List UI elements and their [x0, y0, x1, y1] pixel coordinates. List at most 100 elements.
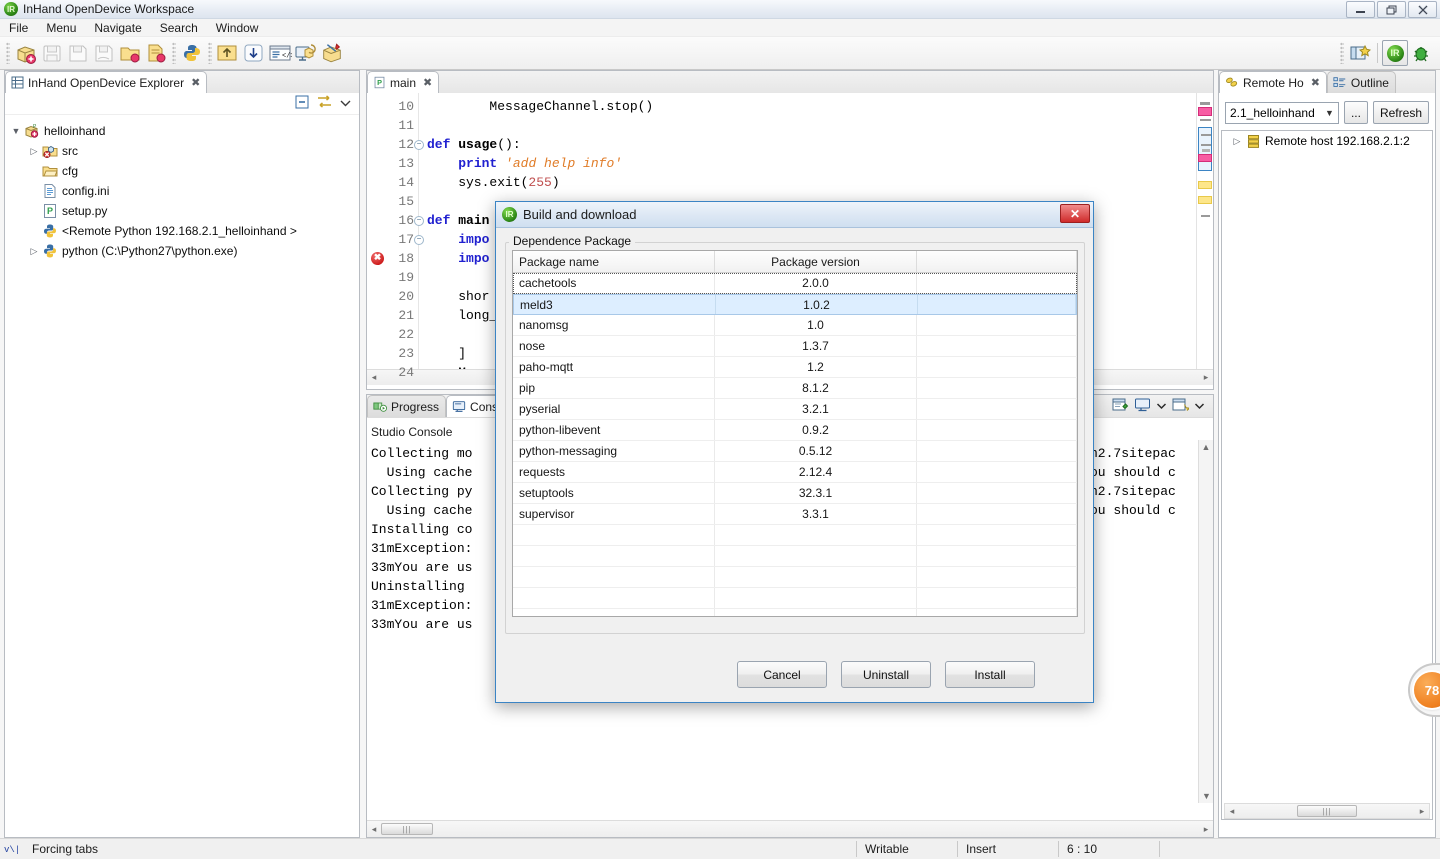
close-icon[interactable]: ✖ [191, 76, 200, 89]
tab-inhand-opendevice-explorer[interactable]: InHand OpenDevice Explorer ✖ [5, 71, 208, 93]
pin-console-icon[interactable] [1112, 397, 1129, 416]
save-icon[interactable] [39, 40, 65, 66]
collapse-arrow-icon[interactable]: ▷ [27, 246, 41, 257]
display-console-dropdown-icon[interactable] [1156, 399, 1167, 413]
uninstall-button[interactable]: Uninstall [841, 661, 931, 688]
right-arrow-icon[interactable]: ▸ [1415, 806, 1429, 817]
tree-item-src[interactable]: ▷ src [5, 141, 359, 161]
toolbar-grip-right[interactable] [1340, 42, 1344, 64]
scrollbar-thumb[interactable]: ||| [1297, 805, 1357, 817]
table-row[interactable]: paho-mqtt 1.2 [513, 357, 1077, 378]
python-run-icon[interactable] [179, 40, 205, 66]
tab-outline[interactable]: Outline [1326, 71, 1396, 93]
cancel-button[interactable]: Cancel [737, 661, 827, 688]
menu-menu[interactable]: Menu [37, 20, 85, 36]
close-icon[interactable]: ✖ [423, 76, 432, 89]
save-as-icon[interactable] [65, 40, 91, 66]
table-row[interactable]: requests 2.12.4 [513, 462, 1077, 483]
tab-progress[interactable]: Progress [367, 395, 447, 417]
browse-button[interactable]: ... [1343, 101, 1368, 124]
editor-overview-ruler[interactable] [1196, 93, 1213, 369]
up-arrow-icon[interactable]: ▲ [1199, 442, 1213, 452]
toolbar-grip-2[interactable] [172, 42, 176, 64]
open-file-icon[interactable] [143, 40, 169, 66]
install-button[interactable]: Install [945, 661, 1035, 688]
remote-config-icon[interactable] [293, 40, 319, 66]
column-header-package-name[interactable]: Package name [513, 251, 715, 272]
save-all-icon[interactable] [91, 40, 117, 66]
collapse-arrow-icon[interactable]: ▷ [27, 146, 41, 157]
right-arrow-icon[interactable]: ▸ [1199, 372, 1213, 383]
table-row[interactable] [513, 567, 1077, 588]
new-perspective-icon[interactable] [1347, 40, 1373, 66]
expand-arrow-icon[interactable]: ▼ [9, 126, 23, 136]
link-with-editor-icon[interactable] [316, 94, 333, 113]
build-download-icon[interactable] [319, 40, 345, 66]
column-header-package-version[interactable]: Package version [715, 251, 917, 272]
table-row[interactable]: setuptools 32.3.1 [513, 483, 1077, 504]
right-arrow-icon[interactable]: ▸ [1199, 824, 1213, 835]
upload-icon[interactable] [215, 40, 241, 66]
remote-host-combo[interactable]: 2.1_helloinhand ▼ [1225, 101, 1339, 124]
remote-host-tree[interactable]: ▷ Remote host 192.168.2.1:2 ◂ ||| ▸ [1221, 130, 1433, 820]
debug-perspective-icon[interactable] [1408, 40, 1434, 66]
collapse-all-icon[interactable] [294, 94, 310, 113]
console-vertical-scrollbar[interactable]: ▲ ▼ [1198, 440, 1213, 803]
menu-window[interactable]: Window [207, 20, 268, 36]
tree-item-python-interpreter[interactable]: ▷ python (C:\Python27\python.exe) [5, 241, 359, 261]
table-row[interactable] [513, 609, 1077, 616]
menu-file[interactable]: File [0, 20, 37, 36]
tree-item-remote-python[interactable]: <Remote Python 192.168.2.1_helloinhand > [5, 221, 359, 241]
table-row[interactable]: meld3 1.0.2 [513, 294, 1077, 315]
table-row[interactable]: supervisor 3.3.1 [513, 504, 1077, 525]
minimize-button[interactable] [1346, 1, 1375, 18]
table-row[interactable]: python-libevent 0.9.2 [513, 420, 1077, 441]
table-row[interactable]: nose 1.3.7 [513, 336, 1077, 357]
close-button[interactable] [1408, 1, 1437, 18]
refresh-button[interactable]: Refresh [1372, 101, 1429, 124]
view-menu-icon[interactable] [339, 97, 352, 111]
table-row[interactable]: pip 8.1.2 [513, 378, 1077, 399]
menu-search[interactable]: Search [151, 20, 207, 36]
tab-remote-host[interactable]: Remote Ho ✖ [1219, 71, 1327, 93]
toolbar-grip[interactable] [6, 42, 10, 64]
open-console-dropdown-icon[interactable] [1194, 399, 1205, 413]
down-arrow-icon[interactable]: ▼ [1199, 791, 1213, 801]
left-arrow-icon[interactable]: ◂ [367, 824, 381, 835]
tree-item-cfg[interactable]: cfg [5, 161, 359, 181]
console-horizontal-scrollbar[interactable]: ◂ ||| ▸ [367, 820, 1213, 837]
restore-button[interactable] [1377, 1, 1406, 18]
column-header-extra[interactable] [917, 251, 1077, 272]
editor-gutter[interactable]: 10 11 12− 13 14 15 16− 17− ✖ 18 19 20 21 … [367, 93, 424, 380]
close-icon[interactable]: ✖ [1311, 76, 1320, 89]
table-row[interactable]: pyserial 3.2.1 [513, 399, 1077, 420]
table-row[interactable] [513, 588, 1077, 609]
table-row[interactable] [513, 525, 1077, 546]
error-marker-icon[interactable]: ✖ [371, 252, 384, 265]
left-arrow-icon[interactable]: ◂ [1225, 806, 1239, 817]
tree-item-config-ini[interactable]: config.ini [5, 181, 359, 201]
tab-main[interactable]: P main ✖ [367, 71, 440, 93]
remote-host-horizontal-scrollbar[interactable]: ◂ ||| ▸ [1224, 803, 1430, 819]
package-table[interactable]: Package name Package version cachetools … [512, 250, 1078, 617]
table-row[interactable] [513, 546, 1077, 567]
table-row[interactable]: cachetools 2.0.0 [513, 273, 1077, 294]
menu-navigate[interactable]: Navigate [85, 20, 150, 36]
new-project-icon[interactable] [13, 40, 39, 66]
chevron-down-icon[interactable]: ▼ [1325, 108, 1334, 118]
download-icon[interactable] [241, 40, 267, 66]
open-folder-icon[interactable] [117, 40, 143, 66]
table-row[interactable]: nanomsg 1.0 [513, 315, 1077, 336]
display-console-icon[interactable] [1134, 397, 1151, 416]
collapse-arrow-icon[interactable]: ▷ [1230, 136, 1244, 147]
scrollbar-thumb[interactable]: ||| [381, 823, 433, 835]
open-console-icon[interactable] [1172, 397, 1191, 416]
source-icon[interactable]: </> [267, 40, 293, 66]
table-row[interactable]: python-messaging 0.5.12 [513, 441, 1077, 462]
dialog-close-button[interactable]: ✕ [1060, 204, 1090, 223]
toolbar-grip-3[interactable] [208, 42, 212, 64]
tree-item-remote-host[interactable]: ▷ Remote host 192.168.2.1:2 [1222, 131, 1432, 151]
tree-item-helloinhand[interactable]: ▼ P helloinhand [5, 121, 359, 141]
inhand-perspective-icon[interactable]: IR [1382, 40, 1408, 66]
tree-item-setup-py[interactable]: P setup.py [5, 201, 359, 221]
